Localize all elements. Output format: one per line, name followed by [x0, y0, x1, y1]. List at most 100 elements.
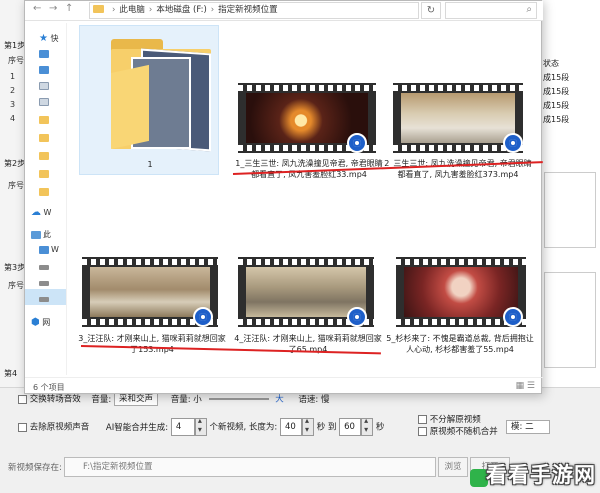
seq-header: 序号 — [8, 56, 24, 65]
row-num-1: 1 — [10, 72, 16, 81]
nav-item[interactable] — [39, 187, 51, 196]
video-player-icon — [193, 307, 213, 327]
row-num-2: 2 — [10, 86, 16, 95]
nav-item[interactable] — [39, 97, 51, 106]
forward-arrow-icon[interactable]: → — [49, 3, 57, 14]
folder-icon — [39, 115, 49, 124]
watermark-text: 看看手游网 — [486, 463, 596, 487]
nav-item[interactable] — [39, 169, 51, 178]
no-random-checkbox[interactable] — [418, 427, 427, 436]
nav-onedrive[interactable]: ☁ W — [31, 207, 51, 218]
right-status-panel: 状态 成15段 成15段 成15段 成15段 — [540, 0, 600, 400]
step3-label: 第3步 — [4, 263, 26, 272]
picture-icon — [39, 97, 49, 106]
row-num-4: 4 — [10, 114, 16, 123]
video-player-icon — [503, 307, 523, 327]
min-length-spinner[interactable] — [302, 416, 314, 436]
refresh-icon[interactable]: ↻ — [421, 2, 441, 19]
back-arrow-icon[interactable]: ← — [33, 3, 41, 14]
nav-item[interactable] — [39, 133, 51, 142]
nav-item-selected-drive[interactable] — [39, 295, 51, 304]
cloud-icon: ☁ — [31, 207, 41, 218]
folder-icon — [39, 133, 49, 142]
navigation-pane: ★ 快 ☁ W 此 W ⬢ 网 — [25, 23, 67, 375]
nav-item[interactable] — [39, 81, 51, 90]
video-player-icon — [347, 133, 367, 153]
speed-label: 语速: 慢 — [298, 394, 330, 405]
status-4: 成15段 — [543, 115, 570, 124]
folder-icon — [39, 187, 49, 196]
nav-item[interactable]: W — [39, 245, 59, 254]
step4-label: 第4 — [4, 369, 18, 378]
voice-prefix: 音量: — [91, 394, 112, 405]
no-split-checkbox[interactable] — [418, 415, 427, 424]
nav-item[interactable] — [39, 151, 51, 160]
max-length-spinner[interactable] — [361, 416, 374, 436]
nav-item[interactable] — [39, 65, 51, 74]
right-box-3 — [544, 272, 596, 368]
mute-label: 去除原视频声音 — [29, 422, 90, 433]
transition-label: 交换转场音效 — [29, 394, 81, 405]
drive-icon — [39, 297, 49, 302]
video-count-input[interactable]: 4 — [170, 418, 195, 436]
status-2: 成15段 — [543, 87, 570, 96]
status-1: 成15段 — [543, 73, 570, 82]
browse-button[interactable]: 浏览 — [438, 457, 468, 477]
computer-icon — [31, 230, 41, 239]
seq-header-2: 序号 — [8, 181, 24, 190]
nav-network[interactable]: ⬢ 网 — [31, 317, 50, 328]
search-icon: ⌕ — [526, 4, 532, 15]
nav-this-pc[interactable]: 此 — [31, 229, 51, 240]
drive-icon — [39, 281, 49, 286]
drive-icon — [39, 265, 49, 270]
search-input[interactable]: ⌕ — [445, 2, 537, 19]
nav-item[interactable] — [39, 115, 51, 124]
nav-item[interactable] — [39, 279, 51, 288]
video-caption-2: 2_三生三世: 凤九洗澡撞见帝君, 帝君眼睛都看直了, 凤九害羞脸红373.mp… — [384, 159, 531, 179]
nav-item[interactable] — [39, 263, 51, 272]
video-caption-3: 3_汪汪队: 才刚来山上, 猫咪莉莉就想回家了153.mp4 — [78, 334, 226, 354]
save-path-input[interactable]: F:\指定新视频位置 — [64, 457, 436, 477]
mute-checkbox[interactable] — [18, 422, 27, 432]
volume-label: 音量: 小 — [170, 394, 202, 405]
transition-checkbox[interactable] — [18, 394, 27, 404]
up-arrow-icon[interactable]: ↑ — [65, 3, 73, 14]
folder-icon — [39, 151, 49, 160]
object-icon — [39, 245, 49, 254]
nav-item[interactable] — [39, 49, 51, 58]
status-bar: 6 个项目 ▦ ☰ — [25, 377, 543, 395]
status-header: 状态 — [543, 59, 559, 68]
right-box-2 — [544, 172, 596, 248]
folder-thumbnail — [105, 37, 215, 155]
video-player-icon — [503, 133, 523, 153]
nav-quick-access[interactable]: ★ 快 — [39, 33, 59, 44]
breadcrumb-drive[interactable]: 本地磁盘 (F:) — [156, 5, 206, 15]
document-icon — [39, 81, 49, 90]
desktop-icon — [39, 49, 49, 58]
address-box[interactable]: › 此电脑 › 本地磁盘 (F:) › 指定新视频位置 — [89, 2, 419, 19]
row-num-3: 3 — [10, 100, 16, 109]
address-bar-row: ← → ↑ › 此电脑 › 本地磁盘 (F:) › 指定新视频位置 ↻ ⌕ — [25, 1, 543, 21]
mode-select[interactable]: 模: 二 — [506, 420, 550, 434]
status-3: 成15段 — [543, 101, 570, 110]
star-icon: ★ — [39, 33, 48, 44]
breadcrumb-pc[interactable]: 此电脑 — [119, 5, 145, 15]
max-length-input[interactable]: 60 — [339, 418, 362, 436]
breadcrumb-folder[interactable]: 指定新视频位置 — [218, 5, 278, 15]
merge-options: 不分解原视频 原视频不随机合并 — [418, 414, 498, 438]
folder-icon — [93, 5, 104, 13]
video-player-icon — [347, 307, 367, 327]
video-caption-5: 5_杉杉来了: 不愧是霸道总裁, 背后拥抱让人心动, 杉杉都害羞了55.mp4 — [386, 334, 534, 354]
step1-label: 第1步 — [4, 41, 26, 50]
folder-icon — [39, 169, 49, 178]
folder-caption: 1 — [147, 160, 153, 169]
video-count-spinner[interactable] — [194, 416, 207, 436]
view-toggle-icon[interactable]: ▦ ☰ — [516, 381, 535, 391]
ai-merge-label: AI智能合并生成: — [105, 422, 169, 433]
min-length-input[interactable]: 40 — [280, 418, 302, 436]
download-icon — [39, 65, 49, 74]
seq-header-3: 序号 — [8, 281, 24, 290]
volume-slider[interactable] — [208, 398, 269, 400]
volume-max-label: 大 — [275, 394, 284, 405]
watermark: 看看手游网 — [470, 461, 596, 489]
